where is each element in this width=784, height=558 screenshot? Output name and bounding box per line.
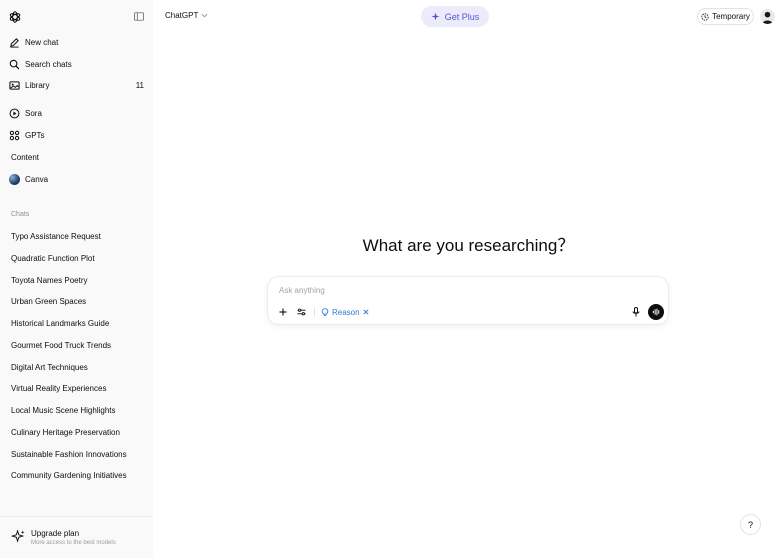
- chat-history-item[interactable]: Historical Landmarks Guide: [11, 319, 109, 328]
- nav-label: Search chats: [25, 60, 72, 69]
- sidebar: New chat Search chats Library 11 Sora GP…: [0, 0, 153, 558]
- edit-icon: [9, 37, 20, 48]
- library-button[interactable]: Library 11: [0, 76, 153, 96]
- nav-label: New chat: [25, 38, 59, 47]
- nav-label: Canva: [25, 175, 49, 184]
- sora-button[interactable]: Sora: [0, 104, 153, 124]
- close-icon[interactable]: [363, 309, 369, 315]
- model-name: ChatGPT: [165, 11, 199, 20]
- chat-history-item[interactable]: Toyota Names Poetry: [11, 276, 87, 285]
- sidebar-toggle-icon[interactable]: [134, 12, 144, 21]
- chat-history-item[interactable]: Urban Green Spaces: [11, 297, 86, 306]
- sparkle-icon: [11, 529, 25, 543]
- gpts-button[interactable]: GPTs: [0, 126, 153, 146]
- upgrade-plan-title: Upgrade plan: [31, 529, 80, 538]
- temporary-chat-button[interactable]: Temporary: [697, 8, 754, 25]
- canva-icon: [9, 174, 20, 185]
- get-plus-button[interactable]: Get Plus: [421, 6, 489, 27]
- chat-history-item[interactable]: Sustainable Fashion Innovations: [11, 450, 127, 459]
- plus-icon: [279, 308, 286, 315]
- play-circle-icon: [9, 108, 20, 119]
- nav-label: Content: [11, 153, 40, 162]
- chat-history-item[interactable]: Gourmet Food Truck Trends: [11, 341, 111, 350]
- reason-chip[interactable]: Reason: [321, 306, 369, 318]
- canva-button[interactable]: Canva: [0, 170, 153, 190]
- upgrade-plan-button[interactable]: Upgrade plan More access to the best mod…: [0, 516, 153, 558]
- prompt-input[interactable]: Ask anything: [279, 286, 325, 295]
- chat-history-item[interactable]: Virtual Reality Experiences: [11, 384, 106, 393]
- microphone-icon: [632, 307, 640, 317]
- get-plus-label: Get Plus: [444, 11, 480, 22]
- upgrade-plan-subtitle: More access to the best models: [31, 540, 116, 546]
- clock-dashed-icon: [701, 12, 709, 21]
- reason-chip-label: Reason: [332, 307, 360, 317]
- help-button[interactable]: ?: [740, 514, 761, 535]
- nav-label: Library: [25, 81, 50, 90]
- nav-label: GPTs: [25, 131, 45, 140]
- openai-logo-icon[interactable]: [8, 10, 22, 24]
- dictate-button[interactable]: [629, 305, 643, 319]
- avatar[interactable]: [760, 9, 775, 24]
- divider: [314, 307, 315, 317]
- nav-label: Sora: [25, 109, 42, 118]
- composer: Ask anything Reason: [267, 276, 669, 325]
- waveform-icon: [652, 308, 659, 316]
- chevron-down-icon: [201, 13, 208, 18]
- chat-history-item[interactable]: Typo Assistance Request: [11, 232, 101, 241]
- chat-history-item[interactable]: Digital Art Techniques: [11, 363, 88, 372]
- chat-history-item[interactable]: Local Music Scene Highlights: [11, 406, 116, 415]
- page-title: What are you researching？: [362, 236, 575, 255]
- model-switcher[interactable]: ChatGPT: [165, 11, 208, 20]
- new-chat-button[interactable]: New chat: [0, 33, 153, 53]
- grid-icon: [9, 130, 20, 141]
- chats-section-label: Chats: [11, 211, 30, 218]
- sparkle-icon: [431, 12, 440, 21]
- chat-history-item[interactable]: Quadratic Function Plot: [11, 254, 95, 263]
- search-icon: [9, 59, 20, 70]
- tools-button[interactable]: [296, 306, 307, 317]
- sidebar-top: [0, 0, 153, 34]
- chat-history-item[interactable]: Community Gardening Initiatives: [11, 471, 127, 480]
- voice-mode-button[interactable]: [648, 304, 664, 320]
- add-attachment-button[interactable]: [277, 306, 288, 317]
- temporary-label: Temporary: [712, 12, 750, 21]
- lightbulb-icon: [321, 307, 329, 316]
- library-count: 11: [135, 81, 144, 90]
- sliders-icon: [297, 308, 306, 315]
- search-chats-button[interactable]: Search chats: [0, 55, 153, 75]
- content-button[interactable]: Content: [0, 148, 153, 168]
- library-icon: [9, 80, 20, 91]
- chat-history-item[interactable]: Culinary Heritage Preservation: [11, 428, 120, 437]
